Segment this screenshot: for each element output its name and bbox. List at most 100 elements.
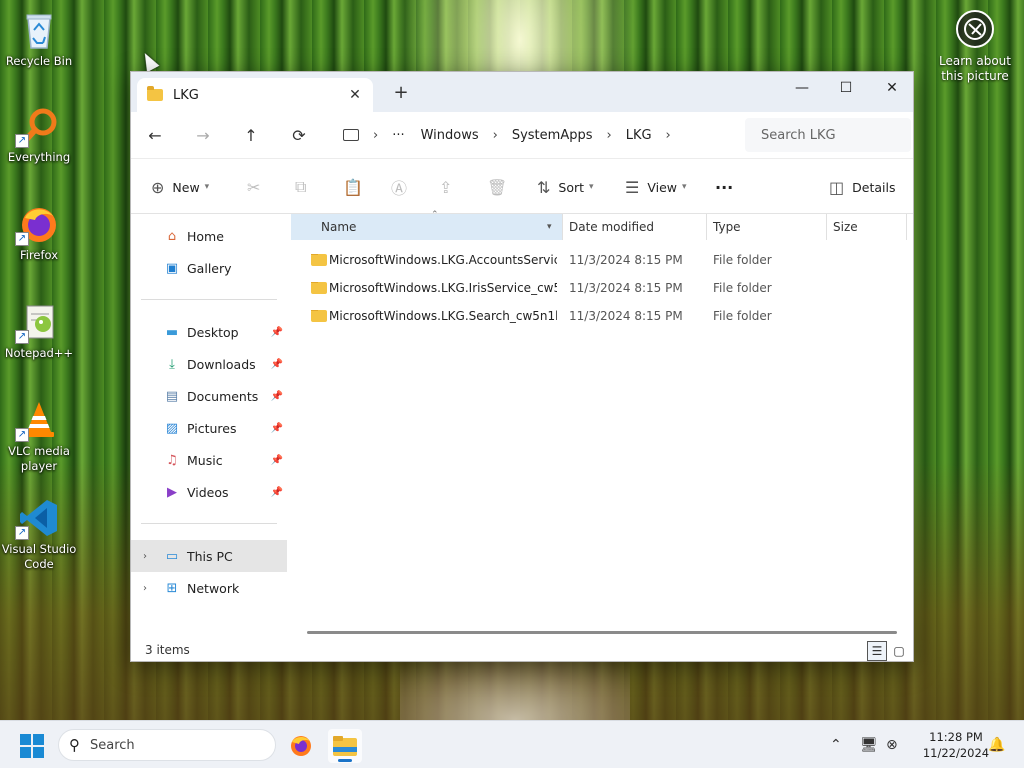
desktop-icon-label: Recycle Bin [5,54,73,68]
close-button[interactable]: ✕ [869,72,915,104]
rename-icon: Ⓐ [391,179,408,198]
learn-about-picture[interactable]: Learn about this picture [934,10,1016,84]
taskbar-firefox[interactable] [284,729,318,763]
new-button[interactable]: ⊕ New ▾ [151,173,209,201]
sidebar-item-documents[interactable]: ▤ Documents 📌 [131,380,287,412]
notifications-button[interactable]: 🔔 [988,721,1005,768]
refresh-button[interactable]: ⟳ [275,117,323,153]
address-bar: ← → ↑ ⟳ › ··· Windows › SystemApps › LKG… [131,112,913,158]
breadcrumb-separator[interactable]: › [493,128,498,143]
horizontal-scrollbar[interactable] [307,631,897,634]
tiles-view-toggle[interactable]: ▢ [889,641,909,661]
network-status-button[interactable]: 🖥 [860,721,878,768]
breadcrumb-separator[interactable]: › [373,128,378,143]
paste-button[interactable]: 📋 [343,173,371,201]
firefox-icon [291,736,311,756]
pin-icon[interactable]: 📌 [271,423,283,434]
pin-icon[interactable]: 📌 [271,359,283,370]
music-icon: ♫ [166,452,178,468]
view-button[interactable]: ☰ View ▾ [625,173,687,201]
sidebar-item-downloads[interactable]: ⤓ Downloads 📌 [131,348,287,380]
sidebar-item-music[interactable]: ♫ Music 📌 [131,444,287,476]
back-button[interactable]: ← [131,117,179,153]
tab-lkg[interactable]: LKG ✕ [137,78,373,112]
breadcrumb-separator[interactable]: › [666,128,671,143]
maximize-button[interactable]: ☐ [823,72,869,104]
pin-icon[interactable]: 📌 [271,455,283,466]
table-row[interactable]: MicrosoftWindows.LKG.AccountsService... … [291,246,915,274]
tab-close-button[interactable]: ✕ [343,87,367,103]
learn-about-label: Learn about this picture [939,54,1011,83]
column-header-name[interactable]: Name ⌃ ▾ [291,210,562,240]
file-name: MicrosoftWindows.LKG.Search_cw5n1h2t... [329,309,557,323]
pin-icon[interactable]: 📌 [271,487,283,498]
start-button[interactable] [20,734,44,758]
tab-title: LKG [173,87,199,103]
sidebar-item-label: Documents [187,388,259,404]
share-button[interactable]: ⇪ [439,173,460,201]
column-divider[interactable] [562,214,563,240]
pin-icon[interactable]: 📌 [271,327,283,338]
rename-button[interactable]: Ⓐ [391,173,415,201]
column-header-date[interactable]: Date modified [569,214,705,240]
details-view-toggle[interactable]: ☰ [867,641,887,661]
pin-icon[interactable]: 📌 [271,391,283,402]
view-label: View [647,179,678,195]
copy-button[interactable]: ⧉ [295,173,314,201]
sidebar-item-gallery[interactable]: ▣ Gallery [131,252,287,284]
recycle-bin-icon [19,10,59,50]
table-row[interactable]: MicrosoftWindows.LKG.IrisService_cw5n1..… [291,274,915,302]
desktop-icon-recycle-bin[interactable]: Recycle Bin [0,10,78,69]
sidebar-item-this-pc[interactable]: › ▭ This PC [131,540,287,572]
show-hidden-icons-button[interactable]: ⌃ [830,721,842,768]
sort-button[interactable]: ⇅ Sort ▾ [537,173,594,201]
chevron-right-icon[interactable]: › [143,583,147,594]
videos-icon: ▶ [167,484,177,500]
breadcrumb[interactable]: › ··· Windows › SystemApps › LKG › [331,118,737,152]
monitor-icon[interactable] [343,129,359,141]
minimize-button[interactable]: — [779,72,825,104]
details-button[interactable]: ◫ Details [829,173,895,201]
mouse-cursor [138,49,160,73]
sidebar-item-home[interactable]: ⌂ Home [131,220,287,252]
desktop-icon-notepadpp[interactable]: ↗ Notepad++ [0,302,78,361]
table-row[interactable]: MicrosoftWindows.LKG.Search_cw5n1h2t... … [291,302,915,330]
desktop-icon-vscode[interactable]: ↗ Visual Studio Code [0,498,78,572]
taskbar-search[interactable]: ⚲ Search [58,729,276,761]
delete-button[interactable]: 🗑 [487,173,515,201]
search-input[interactable]: Search LKG [745,118,911,152]
desktop-icon-firefox[interactable]: ↗ Firefox [0,204,78,263]
more-options-button[interactable]: ··· [715,173,733,201]
folder-icon [311,282,327,294]
desktop-icon-vlc[interactable]: ↗ VLC media player [0,400,78,474]
breadcrumb-systemapps[interactable]: SystemApps [512,128,593,143]
breadcrumb-lkg[interactable]: LKG [626,128,652,143]
column-divider[interactable] [906,214,907,240]
up-button[interactable]: ↑ [227,117,275,153]
cut-button[interactable]: ✂ [247,173,268,201]
sidebar-item-network[interactable]: › ⊞ Network [131,572,287,604]
column-divider[interactable] [706,214,707,240]
breadcrumb-windows[interactable]: Windows [421,128,479,143]
view-lines-icon: ☰ [625,177,640,197]
chevron-down-icon[interactable]: ▾ [547,222,552,232]
breadcrumb-separator[interactable]: › [607,128,612,143]
sidebar-item-videos[interactable]: ▶ Videos 📌 [131,476,287,508]
sidebar-item-pictures[interactable]: ▨ Pictures 📌 [131,412,287,444]
taskbar-file-explorer[interactable] [328,729,362,763]
forward-button[interactable]: → [179,117,227,153]
chevron-right-icon[interactable]: › [143,551,147,562]
column-divider[interactable] [826,214,827,240]
tiles-view-icon: ▢ [893,644,905,658]
system-clock[interactable]: 11:28 PM 11/22/2024 [914,729,998,761]
breadcrumb-overflow[interactable]: ··· [392,128,404,143]
volume-button[interactable]: ⊗ [886,721,898,768]
column-header-type[interactable]: Type [713,214,825,240]
desktop-icon-everything[interactable]: ↗ Everything [0,106,78,165]
file-date: 11/3/2024 8:15 PM [569,281,683,295]
new-tab-button[interactable]: + [389,82,413,106]
title-bar: LKG ✕ + — ☐ ✕ [131,72,913,112]
sidebar-item-label: This PC [187,548,233,564]
sidebar-item-desktop[interactable]: ▬ Desktop 📌 [131,316,287,348]
column-header-size[interactable]: Size [833,214,903,240]
